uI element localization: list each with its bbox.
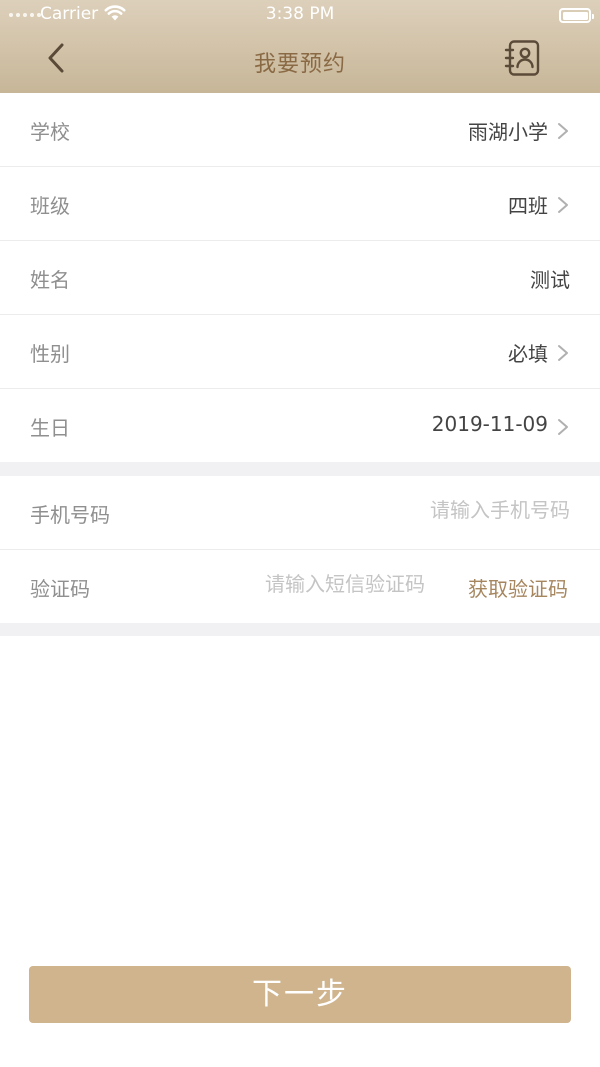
student-info-section: 学校 雨湖小学 班级 四班 姓名 测试 性别 必填 生日 2019-11-09 xyxy=(0,93,600,463)
name-row: 姓名 测试 xyxy=(0,241,600,315)
chevron-right-icon xyxy=(558,123,568,139)
chevron-right-icon xyxy=(558,197,568,213)
phone-label: 手机号码 xyxy=(30,503,110,527)
gender-value: 必填 xyxy=(508,342,548,366)
get-code-button[interactable]: 获取验证码 xyxy=(468,573,568,602)
verification-code-label: 验证码 xyxy=(30,577,90,601)
chevron-right-icon xyxy=(558,345,568,361)
class-label: 班级 xyxy=(30,194,70,218)
next-step-button[interactable]: 下一步 xyxy=(29,966,571,1023)
section-divider xyxy=(0,462,600,476)
status-bar: Carrier 3:38 PM xyxy=(0,0,600,30)
section-divider xyxy=(0,623,600,636)
birthday-row[interactable]: 生日 2019-11-09 xyxy=(0,389,600,463)
header-bar: Carrier 3:38 PM 我要预约 xyxy=(0,0,600,93)
gender-row[interactable]: 性别 必填 xyxy=(0,315,600,389)
school-row[interactable]: 学校 雨湖小学 xyxy=(0,93,600,167)
battery-icon xyxy=(559,8,594,23)
phone-row: 手机号码 xyxy=(0,476,600,550)
class-value: 四班 xyxy=(508,194,548,218)
contact-verify-section: 手机号码 验证码 获取验证码 xyxy=(0,476,600,624)
verification-code-input[interactable] xyxy=(200,572,425,596)
name-label: 姓名 xyxy=(30,268,70,292)
birthday-label: 生日 xyxy=(30,416,70,440)
phone-input[interactable] xyxy=(270,498,570,522)
verification-code-row: 验证码 获取验证码 xyxy=(0,550,600,624)
status-time: 3:38 PM xyxy=(265,4,335,24)
chevron-right-icon xyxy=(558,419,568,435)
gender-label: 性别 xyxy=(30,342,70,366)
birthday-value: 2019-11-09 xyxy=(431,412,548,436)
contact-book-icon[interactable] xyxy=(502,38,542,78)
school-label: 学校 xyxy=(30,120,70,144)
class-row[interactable]: 班级 四班 xyxy=(0,167,600,241)
school-value: 雨湖小学 xyxy=(468,120,548,144)
name-value: 测试 xyxy=(530,268,570,292)
